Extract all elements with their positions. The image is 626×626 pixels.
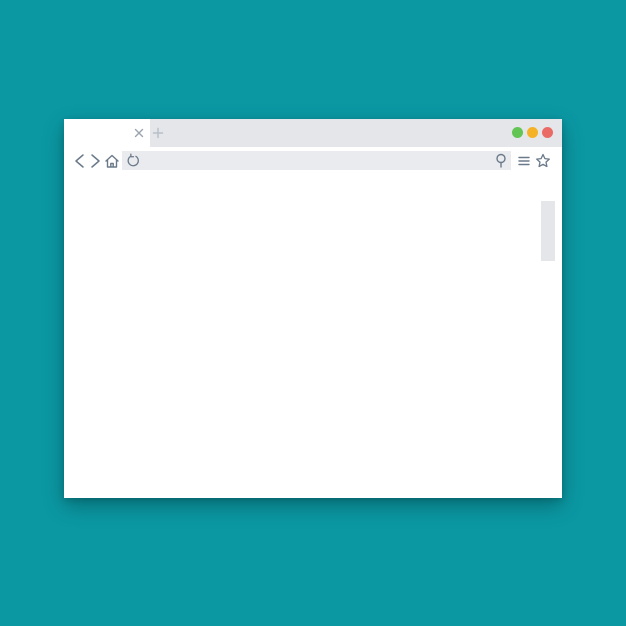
browser-window <box>64 119 562 498</box>
reload-icon[interactable] <box>126 153 141 168</box>
window-controls <box>512 127 553 138</box>
close-icon[interactable] <box>133 127 145 139</box>
tab-bar <box>64 119 562 147</box>
url-input[interactable] <box>146 153 486 168</box>
star-icon[interactable] <box>535 153 551 169</box>
chevron-right-icon[interactable] <box>87 153 103 169</box>
tab-active[interactable] <box>64 119 150 147</box>
maximize-button[interactable] <box>512 127 523 138</box>
address-bar[interactable] <box>122 151 511 170</box>
home-icon[interactable] <box>104 153 120 169</box>
minimize-button[interactable] <box>527 127 538 138</box>
navigation-toolbar <box>64 147 562 175</box>
menu-icon[interactable] <box>516 153 532 169</box>
search-icon[interactable] <box>494 153 508 168</box>
scrollbar-thumb[interactable] <box>541 201 555 261</box>
close-window-button[interactable] <box>542 127 553 138</box>
page-content[interactable] <box>64 175 562 498</box>
plus-icon[interactable] <box>152 127 164 139</box>
chevron-left-icon[interactable] <box>72 153 88 169</box>
